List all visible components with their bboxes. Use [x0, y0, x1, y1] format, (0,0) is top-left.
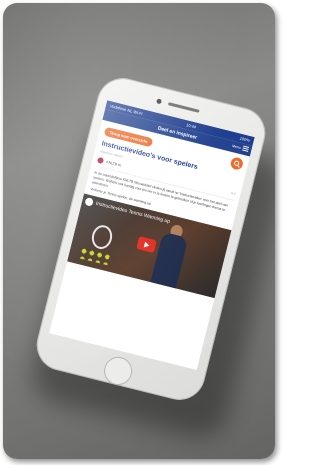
- front-camera: [156, 98, 163, 105]
- author-avatar: [96, 156, 105, 164]
- battery-label: 100%: [239, 135, 251, 143]
- author-name: KNLTB KI: [105, 159, 122, 168]
- likes-value: 0: [233, 191, 236, 196]
- play-icon: [143, 241, 150, 249]
- menu-label: Menu: [231, 143, 242, 150]
- photo-frame: Vodafone NL Wi-Fi 10:44 100% Deel en ins…: [3, 3, 275, 459]
- likes-count[interactable]: ♥ 0: [231, 191, 236, 196]
- play-button[interactable]: [136, 236, 157, 254]
- channel-logo: [84, 197, 94, 208]
- menu-button[interactable]: Menu: [231, 143, 250, 152]
- earpiece-speaker: [167, 102, 200, 113]
- clock-label: 10:44: [185, 122, 197, 130]
- hamburger-icon: [242, 145, 250, 152]
- tennis-racket: [89, 223, 115, 252]
- search-icon: [233, 160, 240, 168]
- search-button[interactable]: [229, 156, 245, 171]
- tennis-balls: [78, 246, 111, 266]
